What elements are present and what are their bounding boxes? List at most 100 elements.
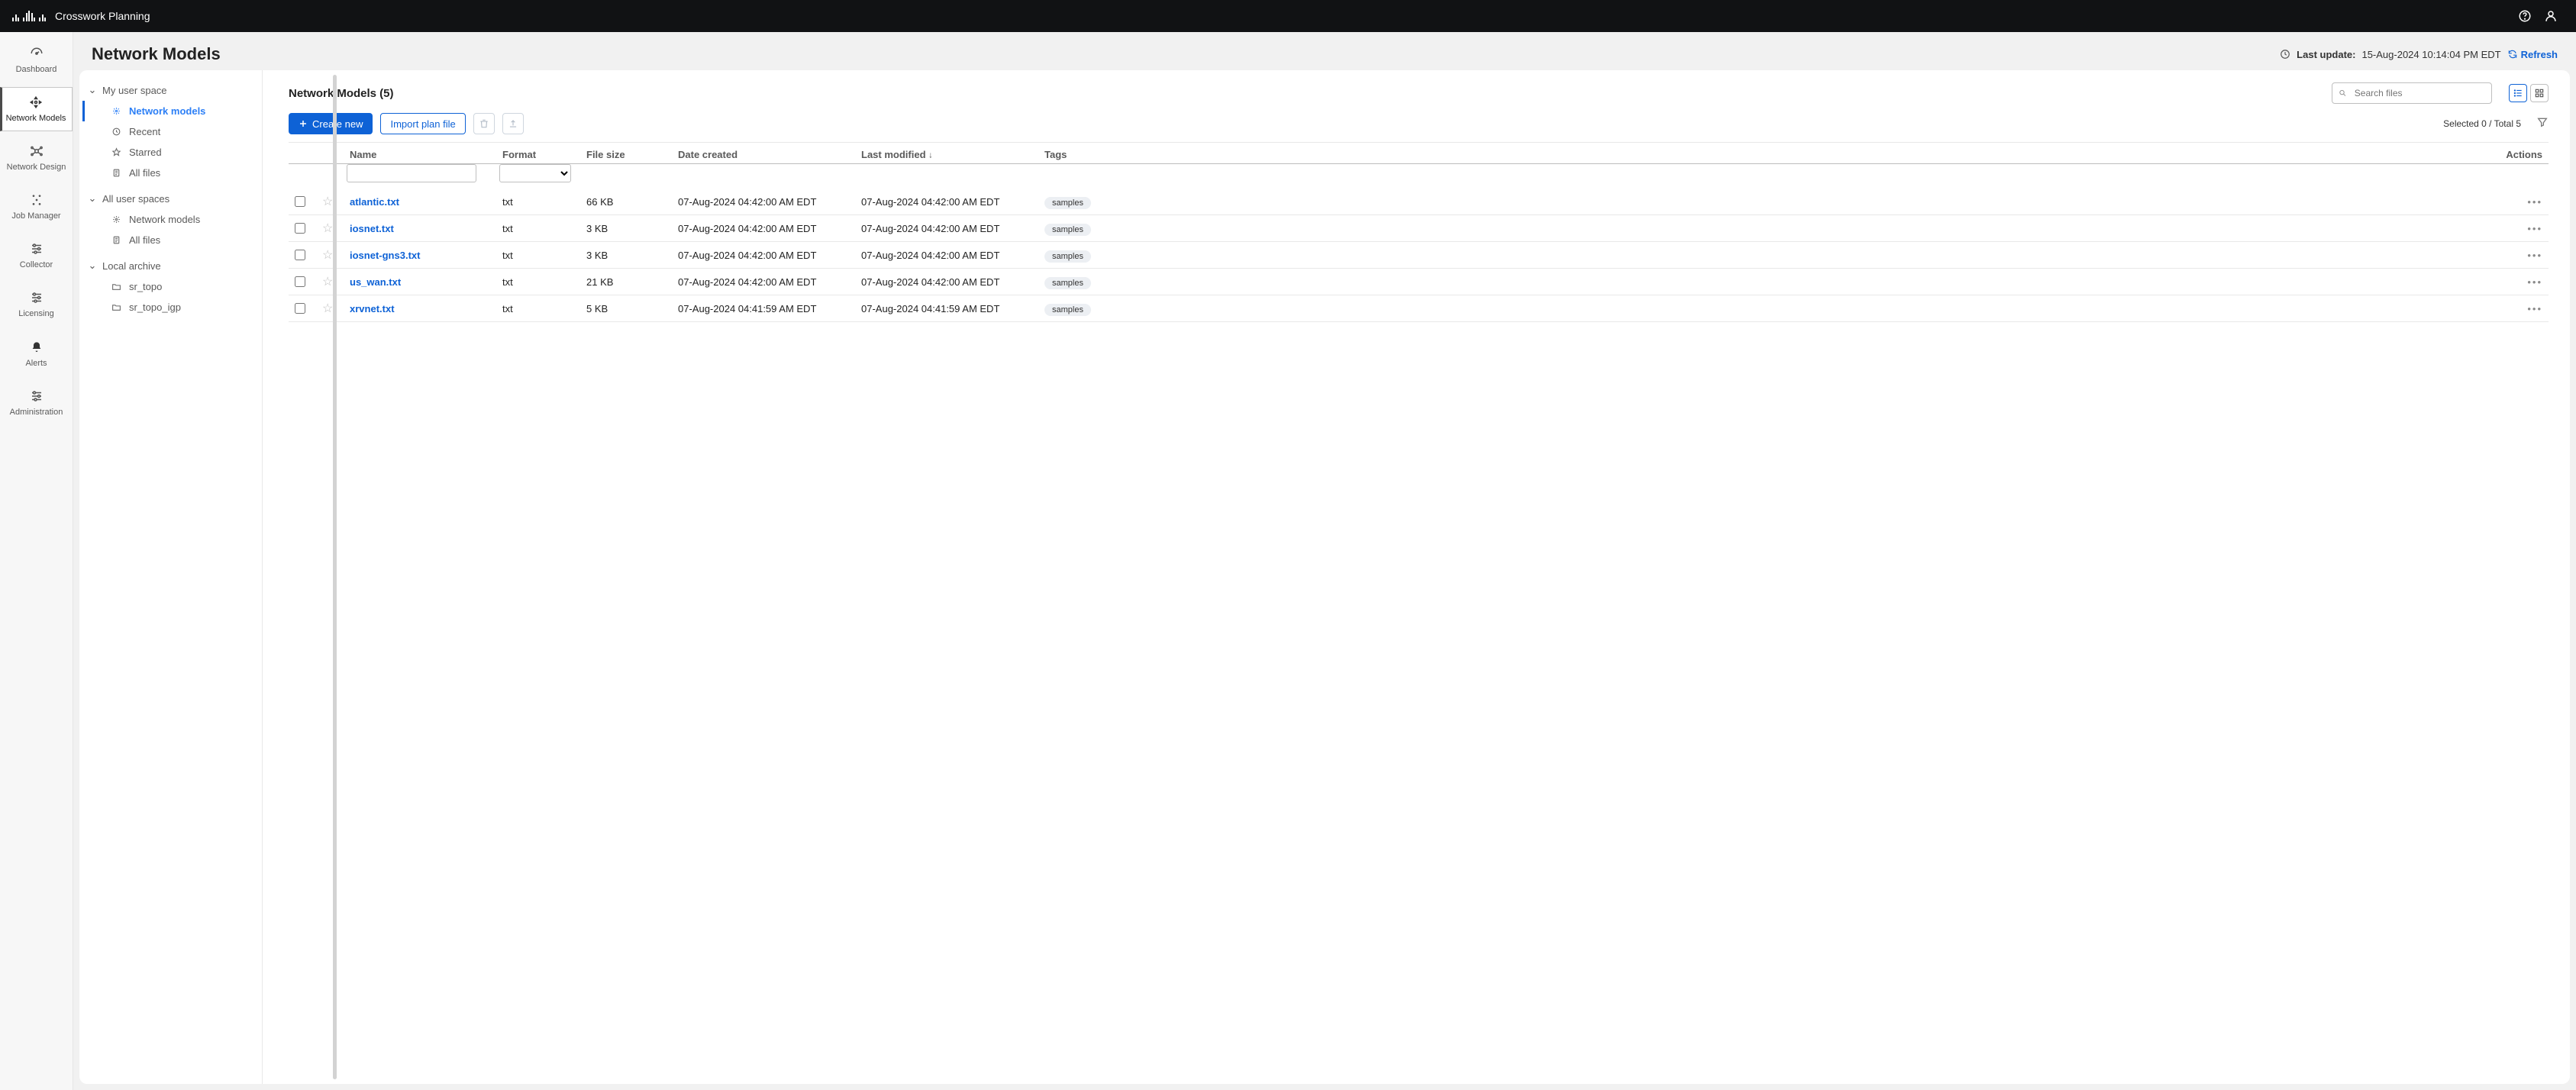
import-plan-button[interactable]: Import plan file: [380, 113, 465, 134]
cell-modified: 07-Aug-2024 04:41:59 AM EDT: [858, 298, 1041, 320]
nav-alerts[interactable]: Alerts: [0, 332, 73, 376]
export-button-disabled: [502, 113, 524, 134]
trash-icon: [479, 118, 489, 129]
tree-item-recent[interactable]: Recent: [82, 121, 253, 142]
tree-panel: ⌄My user space Network models Recent Starre…: [79, 70, 263, 1084]
refresh-button[interactable]: Refresh: [2507, 49, 2558, 60]
tree-item-network-models[interactable]: Network models: [82, 209, 253, 230]
top-bar: Crosswork Planning: [0, 0, 2576, 32]
cell-format: txt: [499, 191, 583, 213]
nav-job-manager[interactable]: Job Manager: [0, 185, 73, 229]
cisco-bars-icon: [12, 11, 46, 21]
nav-label: Network Models: [6, 114, 66, 123]
col-modified[interactable]: Last modified ↓: [858, 143, 1041, 163]
last-update: Last update: 15-Aug-2024 10:14:04 PM EDT…: [2280, 49, 2558, 60]
tree-item-network-models[interactable]: Network models: [82, 101, 253, 121]
row-menu-button[interactable]: •••: [2524, 244, 2549, 266]
row-checkbox[interactable]: [295, 303, 305, 314]
tree-group-header[interactable]: ⌄My user space: [82, 79, 253, 101]
search-input[interactable]: [2353, 87, 2485, 99]
cell-size: 21 KB: [583, 271, 675, 293]
row-checkbox[interactable]: [295, 196, 305, 207]
create-new-button[interactable]: Create new: [289, 113, 373, 134]
cisco-logo: [12, 11, 46, 21]
recent-icon: [111, 127, 121, 137]
cell-format: txt: [499, 271, 583, 293]
tree-group-header[interactable]: ⌄All user spaces: [82, 188, 253, 209]
search-box[interactable]: [2332, 82, 2492, 104]
nav-collector[interactable]: Collector: [0, 234, 73, 278]
cell-created: 07-Aug-2024 04:42:00 AM EDT: [675, 271, 858, 293]
table-filter-row: [289, 164, 2549, 189]
file-name-link[interactable]: iosnet.txt: [350, 223, 394, 234]
row-menu-button[interactable]: •••: [2524, 298, 2549, 320]
table-row: ☆ atlantic.txt txt 66 KB 07-Aug-2024 04:…: [289, 189, 2549, 215]
format-filter-select[interactable]: [499, 164, 571, 182]
file-name-link[interactable]: xrvnet.txt: [350, 303, 395, 314]
row-checkbox[interactable]: [295, 223, 305, 234]
file-name-link[interactable]: us_wan.txt: [350, 276, 401, 288]
sliders-icon: [30, 291, 44, 305]
tree-item-all-files[interactable]: All files: [82, 230, 253, 250]
star-toggle[interactable]: ☆: [322, 249, 333, 262]
star-toggle[interactable]: ☆: [322, 302, 333, 315]
tree-item-sr_topo[interactable]: sr_topo: [82, 276, 253, 297]
name-filter-input[interactable]: [347, 164, 476, 182]
table-header: Name Format File size Date created Last …: [289, 143, 2549, 164]
col-size[interactable]: File size: [583, 143, 675, 163]
models-table: Name Format File size Date created Last …: [289, 142, 2549, 322]
cell-format: txt: [499, 244, 583, 266]
search-icon: [2339, 89, 2347, 98]
folder-icon: [111, 302, 121, 312]
file-name-link[interactable]: atlantic.txt: [350, 196, 399, 208]
cell-modified: 07-Aug-2024 04:42:00 AM EDT: [858, 218, 1041, 240]
star-toggle[interactable]: ☆: [322, 195, 333, 208]
tree-group-header[interactable]: ⌄ Local archive: [82, 255, 253, 276]
user-icon[interactable]: [2538, 3, 2564, 29]
nav-licensing[interactable]: Licensing: [0, 282, 73, 327]
star-toggle[interactable]: ☆: [322, 222, 333, 235]
view-list-button[interactable]: [2509, 84, 2527, 102]
files-icon: [111, 235, 121, 245]
star-icon: [111, 147, 121, 157]
row-menu-button[interactable]: •••: [2524, 271, 2549, 293]
panel-resize-handle[interactable]: [333, 75, 337, 1079]
tag-chip: samples: [1044, 197, 1091, 209]
tree-item-label: All files: [129, 234, 160, 246]
tree-item-label: Starred: [129, 147, 162, 158]
tree-group-title: Local archive: [102, 260, 161, 272]
nav-dashboard[interactable]: Dashboard: [0, 38, 73, 82]
help-icon[interactable]: [2512, 3, 2538, 29]
filter-button[interactable]: [2536, 116, 2549, 132]
tag-chip: samples: [1044, 224, 1091, 236]
tree-item-starred[interactable]: Starred: [82, 142, 253, 163]
col-tags[interactable]: Tags: [1041, 143, 1194, 163]
nav-administration[interactable]: Administration: [0, 381, 73, 425]
file-name-link[interactable]: iosnet-gns3.txt: [350, 250, 420, 261]
chevron-down-icon: ⌄: [87, 260, 98, 272]
col-format[interactable]: Format: [499, 143, 583, 163]
view-grid-button[interactable]: [2530, 84, 2549, 102]
row-checkbox[interactable]: [295, 250, 305, 260]
work-panel: Network Models (5): [267, 70, 2570, 1084]
row-menu-button[interactable]: •••: [2524, 218, 2549, 240]
list-icon: [2513, 88, 2523, 98]
tree-item-label: All files: [129, 167, 160, 179]
col-name[interactable]: Name: [347, 143, 499, 163]
nav-label: Administration: [10, 408, 63, 417]
nav-network-models[interactable]: Network Models: [0, 87, 73, 131]
clock-icon: [2280, 49, 2290, 60]
nav-network-design[interactable]: Network Design: [0, 136, 73, 180]
col-created[interactable]: Date created: [675, 143, 858, 163]
cell-created: 07-Aug-2024 04:42:00 AM EDT: [675, 218, 858, 240]
tree-item-label: Network models: [129, 105, 205, 117]
tree-item-sr_topo_igp[interactable]: sr_topo_igp: [82, 297, 253, 318]
chevron-down-icon: ⌄: [87, 192, 98, 205]
files-icon: [111, 168, 121, 178]
star-toggle[interactable]: ☆: [322, 276, 333, 289]
tree-item-all-files[interactable]: All files: [82, 163, 253, 183]
row-menu-button[interactable]: •••: [2524, 191, 2549, 213]
sort-desc-icon: ↓: [928, 151, 933, 160]
tree-item-label: Network models: [129, 214, 200, 225]
row-checkbox[interactable]: [295, 276, 305, 287]
